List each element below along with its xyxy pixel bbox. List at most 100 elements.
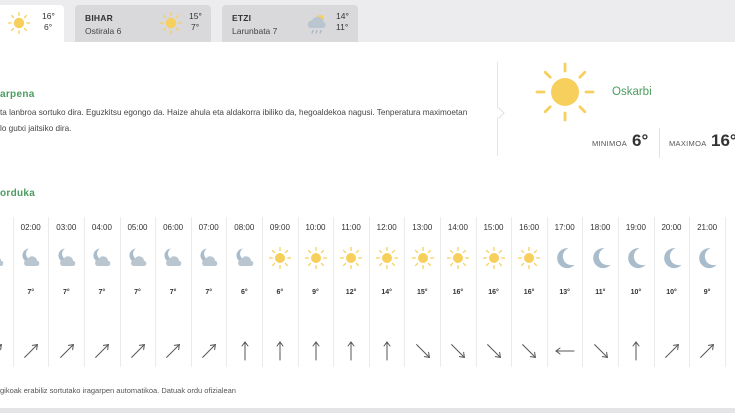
hour-label: 13:00 xyxy=(412,223,433,232)
tab-date: Larunbata 7 xyxy=(232,26,278,36)
hour-temp: 16° xyxy=(523,289,535,296)
tab-max: 14° xyxy=(336,11,349,21)
forecast-title: arpena xyxy=(0,89,35,100)
sun-icon xyxy=(338,245,364,276)
max-label: MAXIMOA xyxy=(669,139,707,148)
hour-column: 14:00 16° xyxy=(440,217,477,367)
hour-label: 17:00 xyxy=(554,223,575,232)
sun-icon xyxy=(516,245,542,276)
hourly-title: orduka xyxy=(0,188,36,199)
moon-cloud-icon xyxy=(160,245,186,276)
hour-temp: 11° xyxy=(595,289,606,296)
hour-label: 21:00 xyxy=(697,223,718,232)
hour-column: 04:00 7° xyxy=(84,217,121,367)
hour-temp: 16° xyxy=(452,289,464,296)
hour-column: 13:00 15° xyxy=(405,217,442,367)
moon-cloud-icon xyxy=(54,245,80,276)
wind-arrow-icon xyxy=(21,341,41,366)
wind-arrow-icon xyxy=(0,341,5,366)
tab-etzi[interactable]: ETZI Larunbata 7 14° 11° xyxy=(222,5,358,42)
sun-icon xyxy=(410,245,436,276)
wind-arrow-icon xyxy=(377,341,397,366)
moon-cloud-icon xyxy=(232,245,258,276)
hour-label: 10:00 xyxy=(305,223,326,232)
moon-cloud-icon xyxy=(0,245,8,276)
sun-icon xyxy=(445,245,471,276)
hour-label: 12:00 xyxy=(376,223,397,232)
tab-min: 11° xyxy=(336,22,349,32)
wind-arrow-icon xyxy=(92,341,112,366)
day-tabs: 16° 6° BIHAR Ostirala 6 15° 7° ETZI Laru… xyxy=(0,0,735,42)
hour-column: 06:00 7° xyxy=(155,217,192,367)
moon-icon xyxy=(694,245,720,276)
hour-label: 18:00 xyxy=(590,223,611,232)
wind-arrow-icon xyxy=(413,341,433,366)
hour-temp: 12° xyxy=(345,289,357,296)
hour-column: 21:00 9° xyxy=(689,217,726,367)
sun-icon xyxy=(535,62,595,122)
hour-column: 08:00 6° xyxy=(227,217,264,367)
hourly-strip: 002:007°03:007°04:007°05:007°06:007°07:0… xyxy=(0,217,735,407)
hour-column: 16:00 16° xyxy=(511,217,548,367)
hour-label: 11:00 xyxy=(341,223,361,232)
divider xyxy=(659,128,660,158)
sun-icon xyxy=(303,245,329,276)
max-value: 16° xyxy=(711,131,735,150)
forecast-description: ta lanbroa sortuko dira. Eguzkitsu egong… xyxy=(0,105,470,137)
moon-cloud-icon xyxy=(196,245,222,276)
hour-column: 02:00 7° xyxy=(13,217,50,367)
tab-today[interactable]: 16° 6° xyxy=(0,5,64,42)
wind-arrow-icon xyxy=(128,341,148,366)
moon-cloud-icon xyxy=(89,245,115,276)
wind-arrow-icon xyxy=(199,341,219,366)
hour-label: 16:00 xyxy=(519,223,540,232)
forecast-panel: arpena ta lanbroa sortuko dira. Eguzkits… xyxy=(0,42,735,408)
hour-temp: 6° xyxy=(276,289,284,296)
cloud-rain-icon xyxy=(307,15,326,34)
tab-date: Ostirala 6 xyxy=(85,26,122,36)
footer-note: gikoak erabiliz sortutako iragarpen auto… xyxy=(0,386,236,395)
hour-column: 2 xyxy=(725,217,735,367)
hour-column: 05:00 7° xyxy=(120,217,157,367)
hour-column: 19:00 10° xyxy=(618,217,655,367)
hour-label: 19:00 xyxy=(625,223,646,232)
hour-label: 08:00 xyxy=(234,223,255,232)
wind-arrow-icon xyxy=(697,341,717,366)
hour-temp: 7° xyxy=(205,289,213,296)
description-line: ta lanbroa sortuko dira. Eguzkitsu egong… xyxy=(0,108,468,117)
sun-icon xyxy=(481,245,507,276)
tab-max: 16° xyxy=(42,11,55,21)
hour-column: 09:00 6° xyxy=(262,217,299,367)
tab-min: 7° xyxy=(191,22,200,32)
hour-temp: 7° xyxy=(27,289,35,296)
tab-name: BIHAR xyxy=(85,13,113,23)
hour-temp: 10° xyxy=(666,289,677,296)
tab-bihar[interactable]: BIHAR Ostirala 6 15° 7° xyxy=(75,5,211,42)
hour-column: 07:00 7° xyxy=(191,217,228,367)
hour-label: 07:00 xyxy=(198,223,219,232)
wind-arrow-icon xyxy=(626,341,646,366)
moon-icon xyxy=(730,245,735,276)
hour-label: 14:00 xyxy=(447,223,468,232)
hour-temp: 7° xyxy=(62,289,70,296)
hour-column: 0 xyxy=(0,217,14,367)
wind-arrow-icon xyxy=(163,341,183,366)
moon-cloud-icon xyxy=(18,245,44,276)
description-line: lo gutxi jaitsiko dira. xyxy=(0,124,72,133)
hour-label: 15:00 xyxy=(483,223,504,232)
hour-label: 03:00 xyxy=(56,223,77,232)
tab-max: 15° xyxy=(189,11,202,21)
moon-cloud-icon xyxy=(125,245,151,276)
hour-column: 12:00 14° xyxy=(369,217,406,367)
hour-column: 18:00 11° xyxy=(583,217,620,367)
hour-label: 04:00 xyxy=(91,223,112,232)
sun-icon xyxy=(7,11,31,35)
hour-temp: 7° xyxy=(134,289,141,296)
wind-arrow-icon xyxy=(591,341,611,366)
moon-icon xyxy=(623,245,649,276)
wind-arrow-icon xyxy=(448,341,468,366)
sun-icon xyxy=(159,11,183,35)
hour-column: 15:00 16° xyxy=(476,217,513,367)
tab-name: ETZI xyxy=(232,13,252,23)
hour-label: 06:00 xyxy=(163,223,184,232)
